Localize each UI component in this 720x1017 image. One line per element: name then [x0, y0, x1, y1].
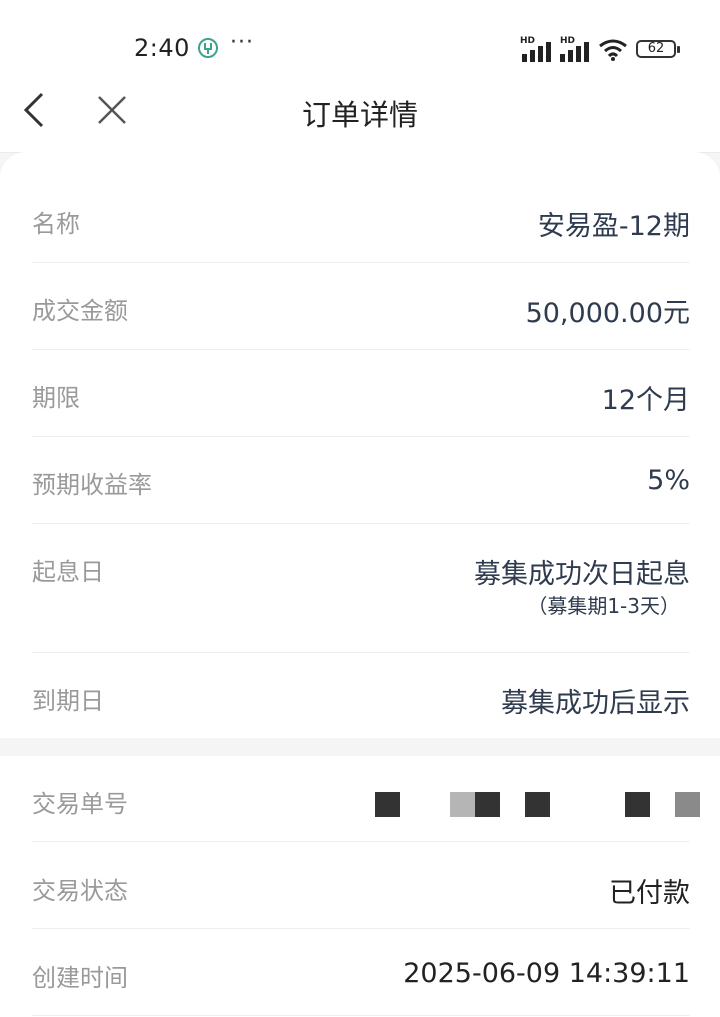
redaction-block: [375, 792, 400, 817]
row-label: 名称: [32, 210, 80, 238]
more-notifications-icon: ···: [230, 30, 254, 55]
redaction-block: [450, 792, 475, 817]
detail-row-term: 期限 12个月: [32, 378, 690, 437]
nav-bar: 订单详情: [0, 70, 720, 153]
row-label: 交易状态: [32, 877, 128, 905]
transaction-row-status: 交易状态 已付款: [32, 871, 690, 929]
row-value: 安易盈-12期: [537, 211, 690, 242]
row-value: 募集成功后显示: [501, 688, 690, 719]
redaction-block: [625, 792, 650, 817]
page-title: 订单详情: [301, 98, 418, 132]
transaction-number-redacted: [370, 792, 700, 817]
redaction-block: [475, 792, 500, 817]
battery-icon: 62: [636, 40, 676, 58]
row-label: 起息日: [32, 558, 104, 586]
wifi-icon: [599, 39, 627, 61]
row-label: 期限: [32, 384, 80, 412]
order-details-card: 名称 安易盈-12期 成交金额 50,000.00元 期限 12个月 预期收益率…: [0, 152, 720, 738]
battery-nub: [677, 46, 680, 53]
status-time: 2:40: [134, 34, 190, 62]
detail-row-yield: 预期收益率 5%: [32, 465, 690, 524]
app-notification-icon: [198, 38, 218, 58]
row-value: 50,000.00元: [525, 298, 690, 329]
detail-row-maturity: 到期日 募集成功后显示: [32, 681, 690, 738]
status-right-group: HD HD 62: [520, 36, 680, 62]
row-subvalue: （募集期1-3天）: [527, 594, 680, 618]
detail-row-name: 名称 安易盈-12期: [32, 204, 690, 263]
row-label: 到期日: [32, 687, 104, 715]
row-value: 5%: [647, 465, 690, 496]
row-value: 2025-06-09 14:39:11: [403, 958, 690, 989]
transaction-card: 交易单号 交易状态 已付款 创建时间 2025-06-09 14:39:11: [0, 756, 720, 1017]
row-value: 已付款: [609, 878, 690, 909]
transaction-row-number: 交易单号: [32, 784, 700, 842]
detail-row-value-date: 起息日 募集成功次日起息 （募集期1-3天）: [32, 552, 690, 653]
signal-icon: [522, 42, 551, 62]
row-label: 成交金额: [32, 297, 128, 325]
row-value: 募集成功次日起息: [474, 559, 690, 590]
battery-level: 62: [647, 41, 665, 56]
row-label: 创建时间: [32, 964, 128, 992]
redaction-block: [675, 792, 700, 817]
row-label: 预期收益率: [32, 471, 152, 499]
detail-row-amount: 成交金额 50,000.00元: [32, 291, 690, 350]
transaction-row-created: 创建时间 2025-06-09 14:39:11: [32, 958, 690, 1016]
redaction-block: [525, 792, 550, 817]
row-value: 12个月: [601, 385, 690, 416]
signal-icon: [560, 42, 589, 62]
row-label: 交易单号: [32, 790, 128, 818]
